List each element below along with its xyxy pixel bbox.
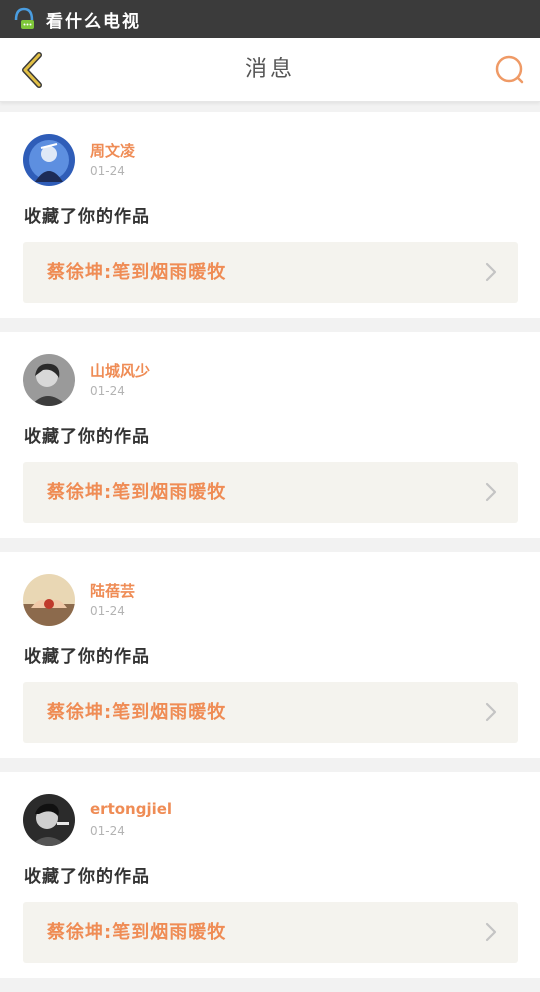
message-card: 山城风少 01-24 收藏了你的作品 蔡徐坤:笔到烟雨暖牧 — [0, 332, 540, 538]
status-app-name: 看什么电视 — [46, 11, 141, 32]
work-link[interactable]: 蔡徐坤:笔到烟雨暖牧 — [23, 242, 518, 303]
avatar[interactable] — [23, 354, 75, 406]
work-link[interactable]: 蔡徐坤:笔到烟雨暖牧 — [23, 902, 518, 963]
message-date: 01-24 — [90, 824, 125, 838]
chat-bubble-icon — [12, 6, 36, 32]
user-name[interactable]: ertongjiel — [90, 800, 172, 818]
chevron-right-icon — [485, 482, 497, 502]
message-action: 收藏了你的作品 — [24, 427, 150, 447]
work-link[interactable]: 蔡徐坤:笔到烟雨暖牧 — [23, 682, 518, 743]
work-title: 蔡徐坤:笔到烟雨暖牧 — [47, 262, 227, 283]
user-name[interactable]: 山城风少 — [90, 360, 150, 381]
message-date: 01-24 — [90, 164, 125, 178]
avatar[interactable] — [23, 134, 75, 186]
avatar[interactable] — [23, 574, 75, 626]
message-list: 周文凌 01-24 收藏了你的作品 蔡徐坤:笔到烟雨暖牧 山城风少 01-24 … — [0, 112, 540, 992]
message-date: 01-24 — [90, 604, 125, 618]
user-name[interactable]: 周文凌 — [90, 140, 135, 161]
work-link[interactable]: 蔡徐坤:笔到烟雨暖牧 — [23, 462, 518, 523]
app-header: 消息 — [0, 38, 540, 102]
page-title: 消息 — [244, 57, 295, 82]
work-title: 蔡徐坤:笔到烟雨暖牧 — [47, 482, 227, 503]
message-card: 陆蓓芸 01-24 收藏了你的作品 蔡徐坤:笔到烟雨暖牧 — [0, 552, 540, 758]
work-title: 蔡徐坤:笔到烟雨暖牧 — [47, 922, 227, 943]
chevron-right-icon — [485, 702, 497, 722]
chevron-right-icon — [485, 922, 497, 942]
message-card: 周文凌 01-24 收藏了你的作品 蔡徐坤:笔到烟雨暖牧 — [0, 112, 540, 318]
work-title: 蔡徐坤:笔到烟雨暖牧 — [47, 702, 227, 723]
avatar[interactable] — [23, 794, 75, 846]
message-action: 收藏了你的作品 — [24, 647, 150, 667]
message-date: 01-24 — [90, 384, 125, 398]
status-bar: 看什么电视 — [0, 0, 540, 38]
search-icon — [495, 55, 524, 84]
message-action: 收藏了你的作品 — [24, 867, 150, 887]
user-name[interactable]: 陆蓓芸 — [90, 580, 135, 601]
search-button[interactable] — [492, 52, 528, 88]
message-card: ertongjiel 01-24 收藏了你的作品 蔡徐坤:笔到烟雨暖牧 — [0, 772, 540, 978]
message-action: 收藏了你的作品 — [24, 207, 150, 227]
chevron-right-icon — [485, 262, 497, 282]
